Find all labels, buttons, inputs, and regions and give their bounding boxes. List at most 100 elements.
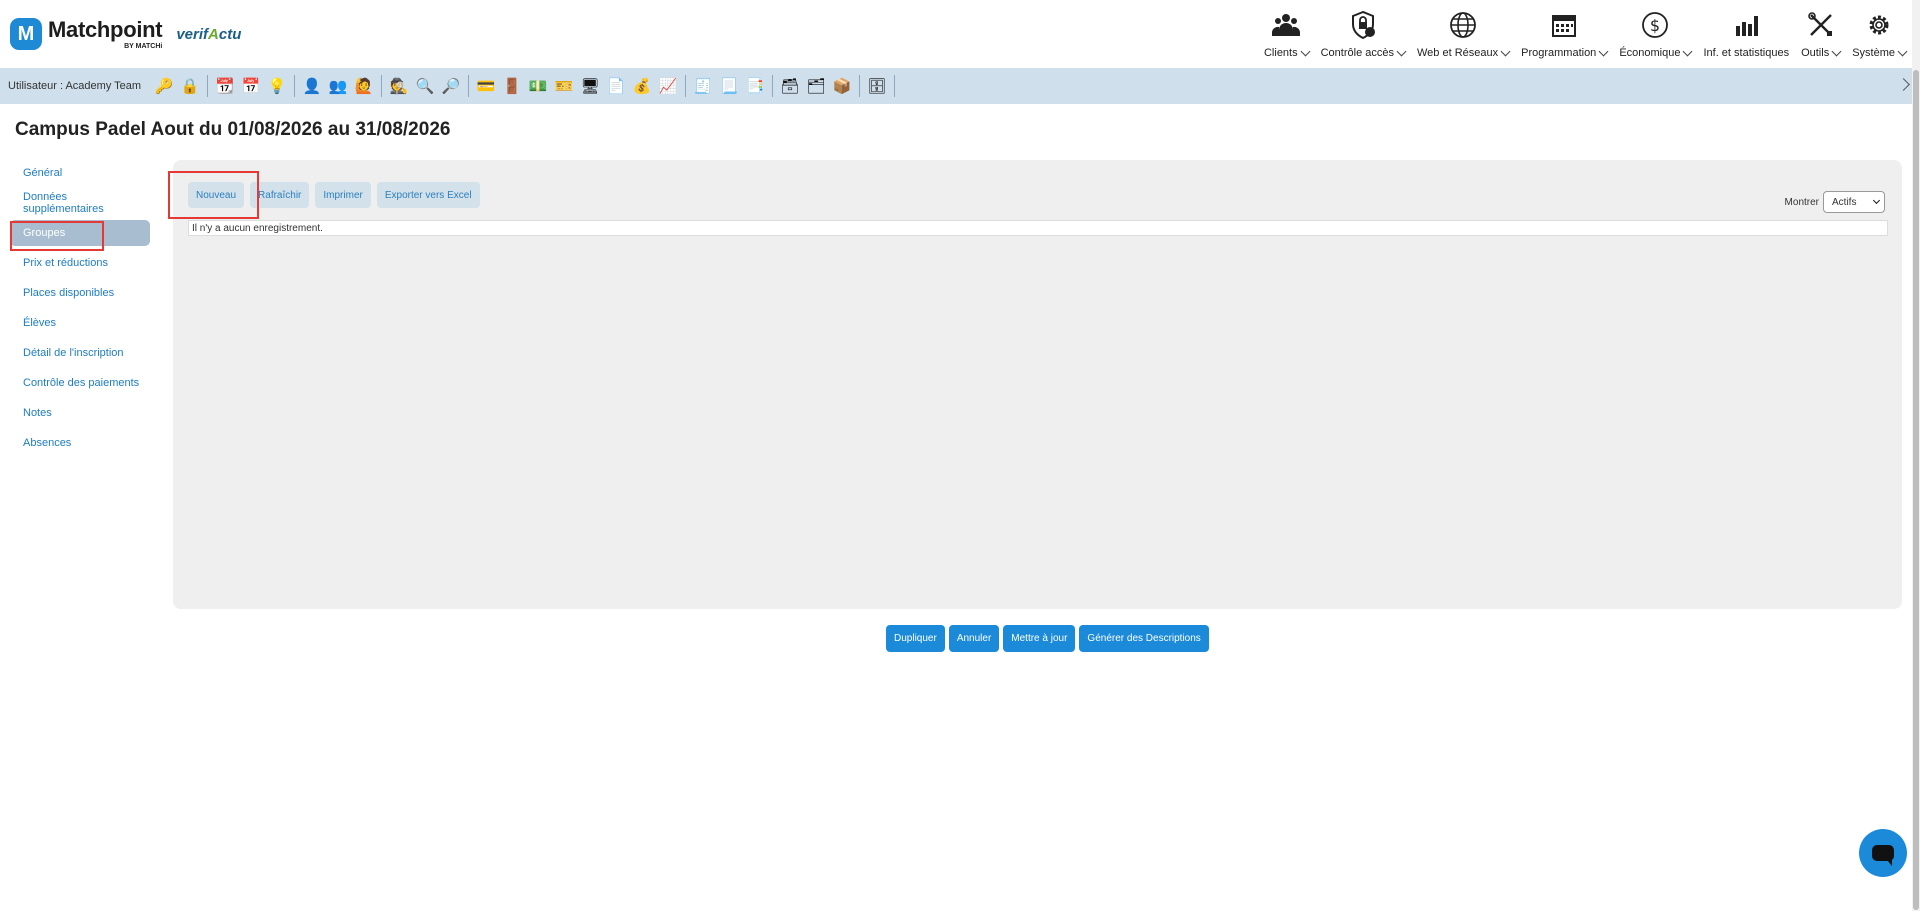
search-icon[interactable]: 🔍 (412, 73, 438, 99)
lock-icon[interactable]: 🔒 (177, 73, 203, 99)
quick-toolbar: Utilisateur : Academy Team 🔑 🔒 📆 📅 💡 👤 👥… (0, 68, 1920, 104)
chevron-down-icon (1500, 46, 1511, 56)
nav-tools[interactable]: Outils (1797, 10, 1844, 59)
gear-icon (1869, 15, 1889, 35)
nav-web-networks-label: Web et Réseaux (1416, 47, 1499, 59)
calendar-clock-icon[interactable]: 📆 (212, 73, 238, 99)
nav-statistics-label: Inf. et statistiques (1703, 47, 1790, 59)
user-check-icon[interactable]: 🙋 (351, 73, 377, 99)
update-button[interactable]: Mettre à jour (1003, 625, 1076, 652)
sidebar-item-available-places[interactable]: Places disponibles (10, 280, 150, 306)
highlight-box-new (168, 171, 259, 219)
user-search-icon[interactable]: 🕵 (386, 73, 412, 99)
nav-system-label: Système (1852, 47, 1895, 59)
nav-clients-label: Clients (1263, 47, 1298, 59)
chevron-down-icon (1897, 46, 1908, 56)
export-excel-button[interactable]: Exporter vers Excel (376, 182, 480, 208)
sidebar-item-general[interactable]: Général (10, 160, 150, 186)
generate-descriptions-button[interactable]: Générer des Descriptions (1079, 625, 1209, 652)
scrollbar-thumb[interactable] (1913, 70, 1919, 910)
access-control-icon (1351, 10, 1375, 40)
show-label: Montrer (1784, 196, 1819, 208)
form-actions: Dupliquer Annuler Mettre à jour Générer … (886, 625, 1209, 652)
nav-programming-label: Programmation (1521, 47, 1597, 59)
nav-statistics[interactable]: Inf. et statistiques (1699, 10, 1793, 59)
sidebar-item-absences[interactable]: Absences (10, 430, 150, 456)
highlight-box-groups (10, 221, 104, 251)
sidebar-item-prices[interactable]: Prix et réductions (10, 250, 150, 276)
chat-launcher-button[interactable] (1859, 829, 1907, 877)
invoice-icon[interactable]: 🧾 (690, 73, 716, 99)
monitor-icon[interactable]: 🖥 (577, 73, 603, 99)
invoice-user-icon[interactable]: 📑 (742, 73, 768, 99)
cabinet-icon[interactable]: 🗄 (864, 73, 890, 99)
toolbar-divider (685, 75, 687, 97)
sidebar-item-additional-data[interactable]: Données supplémentaires (10, 190, 150, 216)
groups-panel: Nouveau Rafraîchir Imprimer Exporter ver… (173, 160, 1902, 609)
money-search-icon[interactable]: 💰 (629, 73, 655, 99)
nav-access-control-label: Contrôle accès (1320, 47, 1394, 59)
brand: M Matchpoint BY MATCHi verifActu (10, 18, 241, 50)
brand-name: Matchpoint (48, 16, 163, 42)
calendar-grid-icon[interactable]: 📅 (238, 73, 264, 99)
print-button[interactable]: Imprimer (315, 182, 371, 208)
clients-icon (1272, 14, 1301, 36)
toolbar-divider (859, 75, 861, 97)
lightbulb-icon[interactable]: 💡 (264, 73, 290, 99)
page-scrollbar[interactable] (1912, 0, 1920, 911)
register-icon[interactable]: 🗃 (777, 73, 803, 99)
nav-programming[interactable]: Programmation (1517, 10, 1611, 59)
nav-clients[interactable]: Clients (1260, 10, 1313, 59)
main-nav: Clients Contrôle accès Web et Réseaux Pr… (1256, 0, 1910, 68)
top-bar: M Matchpoint BY MATCHi verifActu Clients… (0, 0, 1920, 68)
invoice-check-icon[interactable]: 📃 (716, 73, 742, 99)
calendar-icon (1552, 15, 1577, 37)
duplicate-button[interactable]: Dupliquer (886, 625, 945, 652)
sidebar-item-students[interactable]: Élèves (10, 310, 150, 336)
brand-sub: BY MATCHi (124, 42, 163, 50)
show-filter: Montrer Actifs (1785, 191, 1885, 213)
globe-icon (1450, 12, 1476, 38)
nav-access-control[interactable]: Contrôle accès (1317, 10, 1409, 59)
key-icon[interactable]: 🔑 (151, 73, 177, 99)
door-icon[interactable]: 🚪 (499, 73, 525, 99)
toolbar-divider (381, 75, 383, 97)
empty-records-message: Il n'y a aucun enregistrement. (188, 220, 1888, 236)
nav-economic-label: Économique (1619, 47, 1681, 59)
matchpoint-logo[interactable]: M Matchpoint BY MATCHi (10, 16, 163, 50)
add-user-icon[interactable]: 👤 (299, 73, 325, 99)
chat-bubble-icon (1872, 845, 1894, 866)
sidebar-item-payment-control[interactable]: Contrôle des paiements (10, 370, 150, 396)
logo-badge-icon: M (10, 18, 42, 50)
bar-chart-icon (1736, 16, 1759, 36)
svg-text:$: $ (1650, 16, 1660, 35)
show-select-value: Actifs (1832, 196, 1857, 208)
card-icon[interactable]: 💳 (473, 73, 499, 99)
user-search-alt-icon[interactable]: 🔎 (438, 73, 464, 99)
page-title: Campus Padel Aout du 01/08/2026 au 31/08… (15, 119, 451, 140)
nav-economic[interactable]: $ Économique (1615, 10, 1695, 59)
toolbar-divider (468, 75, 470, 97)
nav-system[interactable]: Système (1848, 10, 1910, 59)
cash-icon[interactable]: 💵 (525, 73, 551, 99)
cancel-button[interactable]: Annuler (948, 625, 1000, 652)
trend-chart-icon[interactable]: 📈 (655, 73, 681, 99)
verifactu-logo: verifActu (176, 25, 242, 43)
chevron-right-icon[interactable] (1897, 78, 1910, 91)
current-user-label: Utilisateur : Academy Team (8, 80, 142, 92)
sidebar-item-registration-detail[interactable]: Détail de l'inscription (10, 340, 150, 366)
chevron-down-icon (1300, 46, 1311, 56)
register-open-icon[interactable]: 🗂 (803, 73, 829, 99)
nav-tools-label: Outils (1801, 47, 1830, 59)
toolbar-divider (772, 75, 774, 97)
sidebar-item-notes[interactable]: Notes (10, 400, 150, 426)
ticket-icon[interactable]: 🎫 (551, 73, 577, 99)
nav-web-networks[interactable]: Web et Réseaux (1413, 10, 1513, 59)
show-select[interactable]: Actifs (1823, 191, 1885, 213)
add-users-icon[interactable]: 👥 (325, 73, 351, 99)
chevron-down-icon (1683, 46, 1693, 56)
section-sidebar: Général Données supplémentaires Groupes … (10, 160, 150, 460)
dollar-icon: $ (1642, 12, 1669, 38)
document-icon[interactable]: 📄 (603, 73, 629, 99)
register-closed-icon[interactable]: 📦 (829, 73, 855, 99)
